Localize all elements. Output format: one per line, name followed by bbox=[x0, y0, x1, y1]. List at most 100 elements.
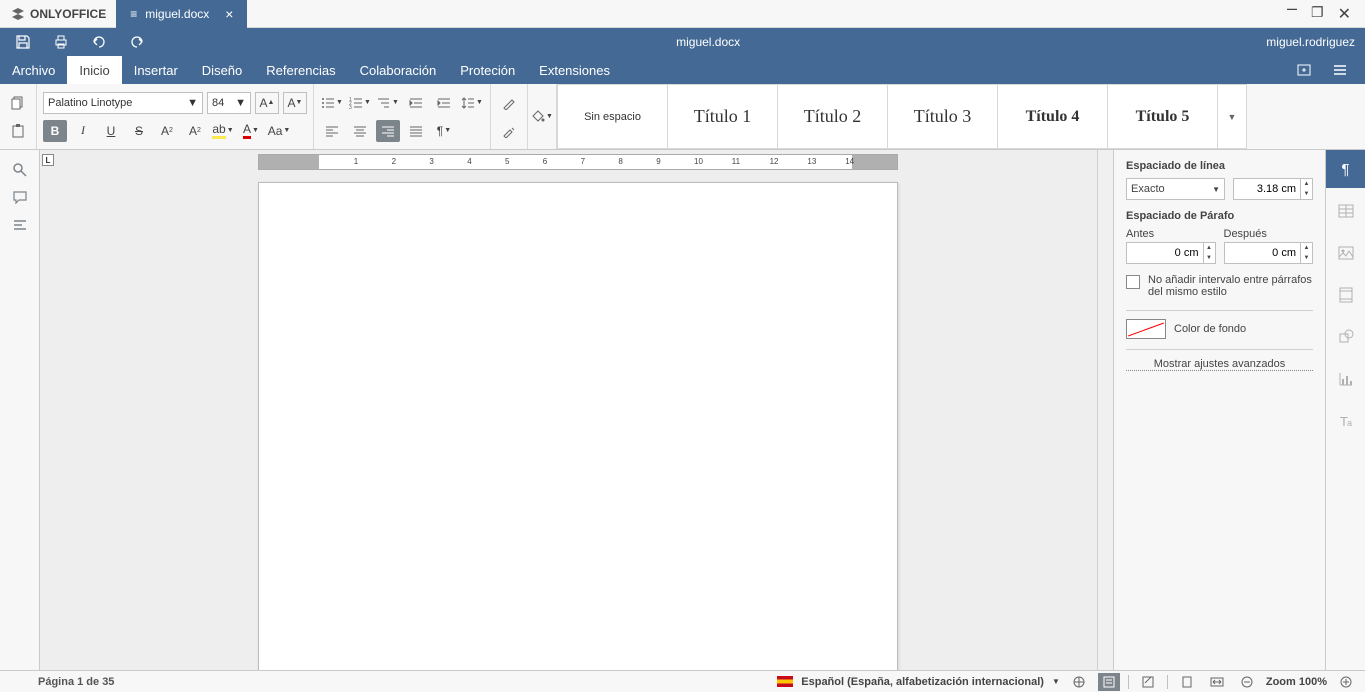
track-button[interactable] bbox=[1137, 673, 1159, 691]
align-justify-button[interactable] bbox=[404, 120, 428, 142]
subscript-button[interactable]: A2 bbox=[183, 120, 207, 142]
tab-insertar[interactable]: Insertar bbox=[122, 56, 190, 84]
italic-button[interactable]: I bbox=[71, 120, 95, 142]
nonprinting-button[interactable]: ¶▼ bbox=[432, 120, 456, 142]
zoom-out-button[interactable] bbox=[1236, 673, 1258, 691]
style-titulo-4[interactable]: Título 4 bbox=[997, 84, 1107, 149]
tab-diseno[interactable]: Diseño bbox=[190, 56, 254, 84]
tab-extensiones[interactable]: Extensiones bbox=[527, 56, 622, 84]
image-settings-tab[interactable] bbox=[1326, 234, 1365, 272]
underline-button[interactable]: U bbox=[99, 120, 123, 142]
tab-proteccion[interactable]: Proteción bbox=[448, 56, 527, 84]
paragraph-settings-tab[interactable]: ¶ bbox=[1326, 150, 1365, 188]
headings-button[interactable] bbox=[12, 218, 28, 234]
after-value-field[interactable] bbox=[1229, 247, 1309, 259]
decrease-font-button[interactable]: A▼ bbox=[283, 92, 307, 114]
redo-button[interactable] bbox=[124, 31, 150, 53]
spacing-value-input[interactable]: ▲▼ bbox=[1233, 178, 1313, 200]
app-logo[interactable]: ONLYOFFICE bbox=[0, 6, 116, 22]
chart-settings-tab[interactable] bbox=[1326, 360, 1365, 398]
spacing-value-field[interactable] bbox=[1238, 183, 1308, 195]
before-spacing-input[interactable]: ▲▼ bbox=[1126, 242, 1216, 264]
highlight-button[interactable]: ab▼ bbox=[211, 120, 235, 142]
textart-settings-tab[interactable]: Ta bbox=[1326, 402, 1365, 440]
language-label[interactable]: Español (España, alfabetización internac… bbox=[801, 676, 1044, 688]
style-titulo-5[interactable]: Título 5 bbox=[1107, 84, 1217, 149]
vertical-scrollbar[interactable] bbox=[1097, 150, 1113, 670]
open-location-button[interactable] bbox=[1291, 59, 1317, 81]
bullets-button[interactable]: ▼ bbox=[320, 92, 344, 114]
styles-dropdown[interactable]: ▼ bbox=[1217, 84, 1247, 149]
align-right-button[interactable] bbox=[376, 120, 400, 142]
numbering-button[interactable]: 123▼ bbox=[348, 92, 372, 114]
line-spacing-button[interactable]: ▼ bbox=[460, 92, 484, 114]
increase-font-button[interactable]: A▲ bbox=[255, 92, 279, 114]
fit-page-button[interactable] bbox=[1176, 673, 1198, 691]
ruler-tick: 10 bbox=[694, 157, 703, 166]
onlyoffice-icon bbox=[10, 6, 26, 22]
header-footer-tab[interactable] bbox=[1326, 276, 1365, 314]
align-left-button[interactable] bbox=[320, 120, 344, 142]
bg-color-picker[interactable] bbox=[1126, 319, 1166, 339]
ruler-tick: 1 bbox=[354, 157, 358, 166]
search-button[interactable] bbox=[12, 162, 28, 178]
document-tab[interactable]: ≡ miguel.docx × bbox=[116, 0, 247, 28]
strikethrough-button[interactable]: S bbox=[127, 120, 151, 142]
maximize-button[interactable]: ❐ bbox=[1311, 4, 1324, 24]
bold-button[interactable]: B bbox=[43, 120, 67, 142]
style-titulo-3[interactable]: Título 3 bbox=[887, 84, 997, 149]
save-button[interactable] bbox=[10, 31, 36, 53]
style-titulo-2[interactable]: Título 2 bbox=[777, 84, 887, 149]
before-value-field[interactable] bbox=[1131, 247, 1211, 259]
tab-inicio[interactable]: Inicio bbox=[67, 56, 121, 84]
spellcheck-button[interactable] bbox=[1068, 673, 1090, 691]
zoom-in-button[interactable] bbox=[1335, 673, 1357, 691]
minimize-button[interactable]: ‒ bbox=[1287, 4, 1297, 24]
spinner-buttons[interactable]: ▲▼ bbox=[1300, 179, 1312, 199]
track-changes-button[interactable] bbox=[1098, 673, 1120, 691]
fit-width-button[interactable] bbox=[1206, 673, 1228, 691]
increase-indent-button[interactable] bbox=[432, 92, 456, 114]
user-name[interactable]: miguel.rodriguez bbox=[1266, 35, 1355, 49]
tab-archivo[interactable]: Archivo bbox=[0, 56, 67, 84]
page-info[interactable]: Página 1 de 35 bbox=[38, 676, 114, 688]
menu-button[interactable] bbox=[1327, 59, 1353, 81]
ruler-corner[interactable]: L bbox=[42, 154, 54, 166]
close-window-button[interactable]: ✕ bbox=[1338, 4, 1351, 24]
document-page[interactable] bbox=[258, 182, 898, 670]
font-size-select[interactable]: 84▼ bbox=[207, 92, 251, 114]
paste-button[interactable] bbox=[6, 120, 30, 142]
font-color-button[interactable]: A▼ bbox=[239, 120, 263, 142]
style-titulo-1[interactable]: Título 1 bbox=[667, 84, 777, 149]
zoom-label[interactable]: Zoom 100% bbox=[1266, 676, 1327, 688]
copy-button[interactable] bbox=[6, 92, 30, 114]
decrease-indent-button[interactable] bbox=[404, 92, 428, 114]
after-spacing-input[interactable]: ▲▼ bbox=[1224, 242, 1314, 264]
no-interval-checkbox[interactable]: No añadir intervalo entre párrafos del m… bbox=[1126, 274, 1313, 298]
change-case-button[interactable]: Aa▼ bbox=[267, 120, 291, 142]
shape-settings-tab[interactable] bbox=[1326, 318, 1365, 356]
table-settings-tab[interactable] bbox=[1326, 192, 1365, 230]
undo-button[interactable] bbox=[86, 31, 112, 53]
clear-style-button[interactable] bbox=[497, 92, 521, 114]
checkbox-box[interactable] bbox=[1126, 275, 1140, 289]
font-name-select[interactable]: Palatino Linotype▼ bbox=[43, 92, 203, 114]
align-center-button[interactable] bbox=[348, 120, 372, 142]
spacing-mode-select[interactable]: Exacto▼ bbox=[1126, 178, 1225, 200]
spinner-buttons[interactable]: ▲▼ bbox=[1203, 243, 1215, 263]
tab-colaboracion[interactable]: Colaboración bbox=[348, 56, 449, 84]
comments-button[interactable] bbox=[12, 190, 28, 206]
chevron-down-icon[interactable]: ▼ bbox=[1052, 677, 1060, 686]
horizontal-ruler[interactable]: 1234567891011121314 bbox=[258, 154, 898, 170]
spinner-buttons[interactable]: ▲▼ bbox=[1300, 243, 1312, 263]
tab-referencias[interactable]: Referencias bbox=[254, 56, 347, 84]
multilevel-button[interactable]: ▼ bbox=[376, 92, 400, 114]
copy-style-button[interactable] bbox=[497, 120, 521, 142]
advanced-settings-link[interactable]: Mostrar ajustes avanzados bbox=[1126, 358, 1313, 371]
style-sin-espacio[interactable]: Sin espacio bbox=[557, 84, 667, 149]
shading-button[interactable]: ▼ bbox=[530, 106, 554, 128]
close-tab-icon[interactable]: × bbox=[225, 6, 233, 22]
superscript-button[interactable]: A2 bbox=[155, 120, 179, 142]
document-scroll[interactable]: L 1234567891011121314 bbox=[40, 150, 1097, 670]
print-button[interactable] bbox=[48, 31, 74, 53]
